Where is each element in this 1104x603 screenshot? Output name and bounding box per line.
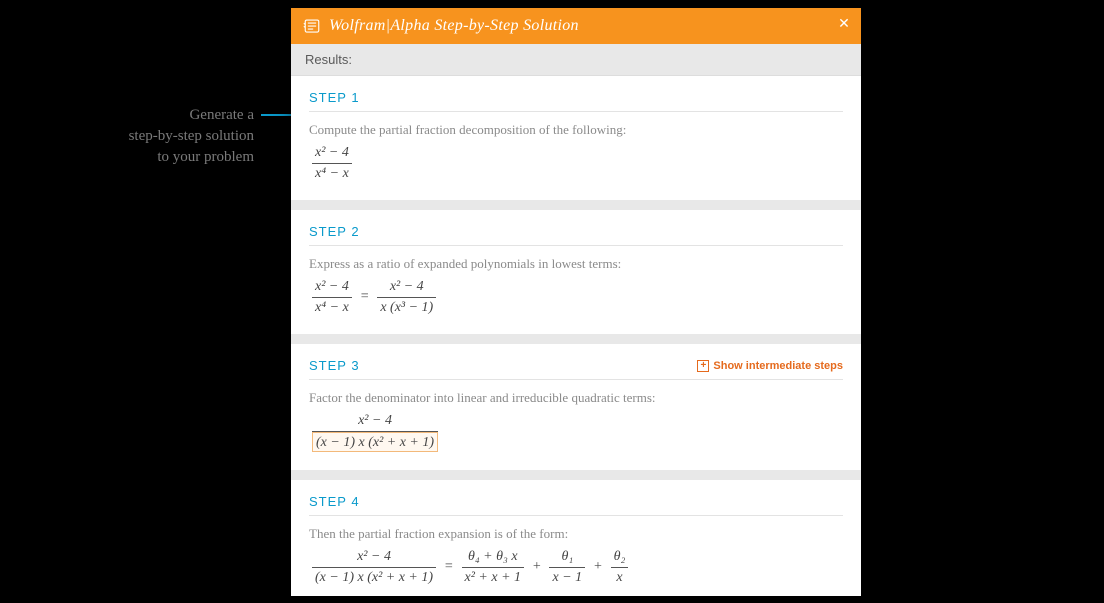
fraction-denominator: (x − 1) x (x² + x + 1) xyxy=(312,568,436,587)
step-description: Factor the denominator into linear and i… xyxy=(309,390,843,406)
step-description: Then the partial fraction expansion is o… xyxy=(309,526,843,542)
panel-header: Wolfram|Alpha Step-by-Step Solution ✕ xyxy=(291,8,861,44)
fraction-denominator: x⁴ − x xyxy=(312,298,352,317)
callout-annotation: Generate a step-by-step solution to your… xyxy=(0,105,254,168)
callout-line3: to your problem xyxy=(157,149,254,165)
fraction-denominator: x⁴ − x xyxy=(312,164,352,183)
math-expression: x² − 4 x⁴ − x xyxy=(309,144,843,182)
step-title: STEP 1 xyxy=(309,90,360,105)
fraction-denominator: x − 1 xyxy=(549,568,585,587)
fraction-numerator: θ₁ xyxy=(549,548,585,568)
step-description: Express as a ratio of expanded polynomia… xyxy=(309,256,843,272)
fraction-numerator: x² − 4 xyxy=(312,144,352,164)
plus-sign: + xyxy=(532,559,541,575)
wolfram-alpha-icon xyxy=(303,17,321,35)
callout-line2: step-by-step solution xyxy=(129,128,254,144)
plus-sign: + xyxy=(593,559,602,575)
fraction-numerator: x² − 4 xyxy=(312,548,436,568)
step-block: STEP 2 Express as a ratio of expanded po… xyxy=(291,210,861,334)
fraction-denominator: x xyxy=(611,568,629,587)
fraction-numerator: θ₂ xyxy=(611,548,629,568)
step-description: Compute the partial fraction decompositi… xyxy=(309,122,843,138)
step-block: STEP 4 Then the partial fraction expansi… xyxy=(291,480,861,596)
equals-sign: = xyxy=(444,559,453,575)
close-button[interactable]: ✕ xyxy=(837,16,851,30)
fraction-numerator: x² − 4 xyxy=(377,278,436,298)
fraction-numerator: θ₄ + θ₃ x xyxy=(462,548,525,568)
fraction-denominator: x² + x + 1 xyxy=(462,568,525,587)
show-intermediate-label: Show intermediate steps xyxy=(713,360,843,372)
math-expression: x² − 4 x⁴ − x = x² − 4 x (x³ − 1) xyxy=(309,278,843,316)
fraction-denominator: x (x³ − 1) xyxy=(377,298,436,317)
step-title: STEP 3 xyxy=(309,358,360,373)
step-block: STEP 1 Compute the partial fraction deco… xyxy=(291,76,861,200)
plus-icon: + xyxy=(697,360,709,372)
math-expression: x² − 4 (x − 1) x (x² + x + 1) xyxy=(309,412,843,452)
panel-title: Wolfram|Alpha Step-by-Step Solution xyxy=(329,17,579,35)
math-expression: x² − 4 (x − 1) x (x² + x + 1) = θ₄ + θ₃ … xyxy=(309,548,843,586)
show-intermediate-steps-button[interactable]: + Show intermediate steps xyxy=(697,360,843,372)
results-label: Results: xyxy=(291,44,861,76)
step-title: STEP 4 xyxy=(309,494,360,509)
fraction-numerator: x² − 4 xyxy=(312,278,352,298)
step-block: STEP 3 + Show intermediate steps Factor … xyxy=(291,344,861,470)
step-by-step-panel: Wolfram|Alpha Step-by-Step Solution ✕ Re… xyxy=(291,8,861,596)
equals-sign: = xyxy=(360,289,369,305)
callout-leader-line xyxy=(261,114,291,116)
steps-container: STEP 1 Compute the partial fraction deco… xyxy=(291,76,861,596)
step-title: STEP 2 xyxy=(309,224,360,239)
fraction-numerator: x² − 4 xyxy=(312,412,438,432)
fraction-denominator-highlighted: (x − 1) x (x² + x + 1) xyxy=(312,432,438,453)
callout-line1: Generate a xyxy=(189,107,254,123)
